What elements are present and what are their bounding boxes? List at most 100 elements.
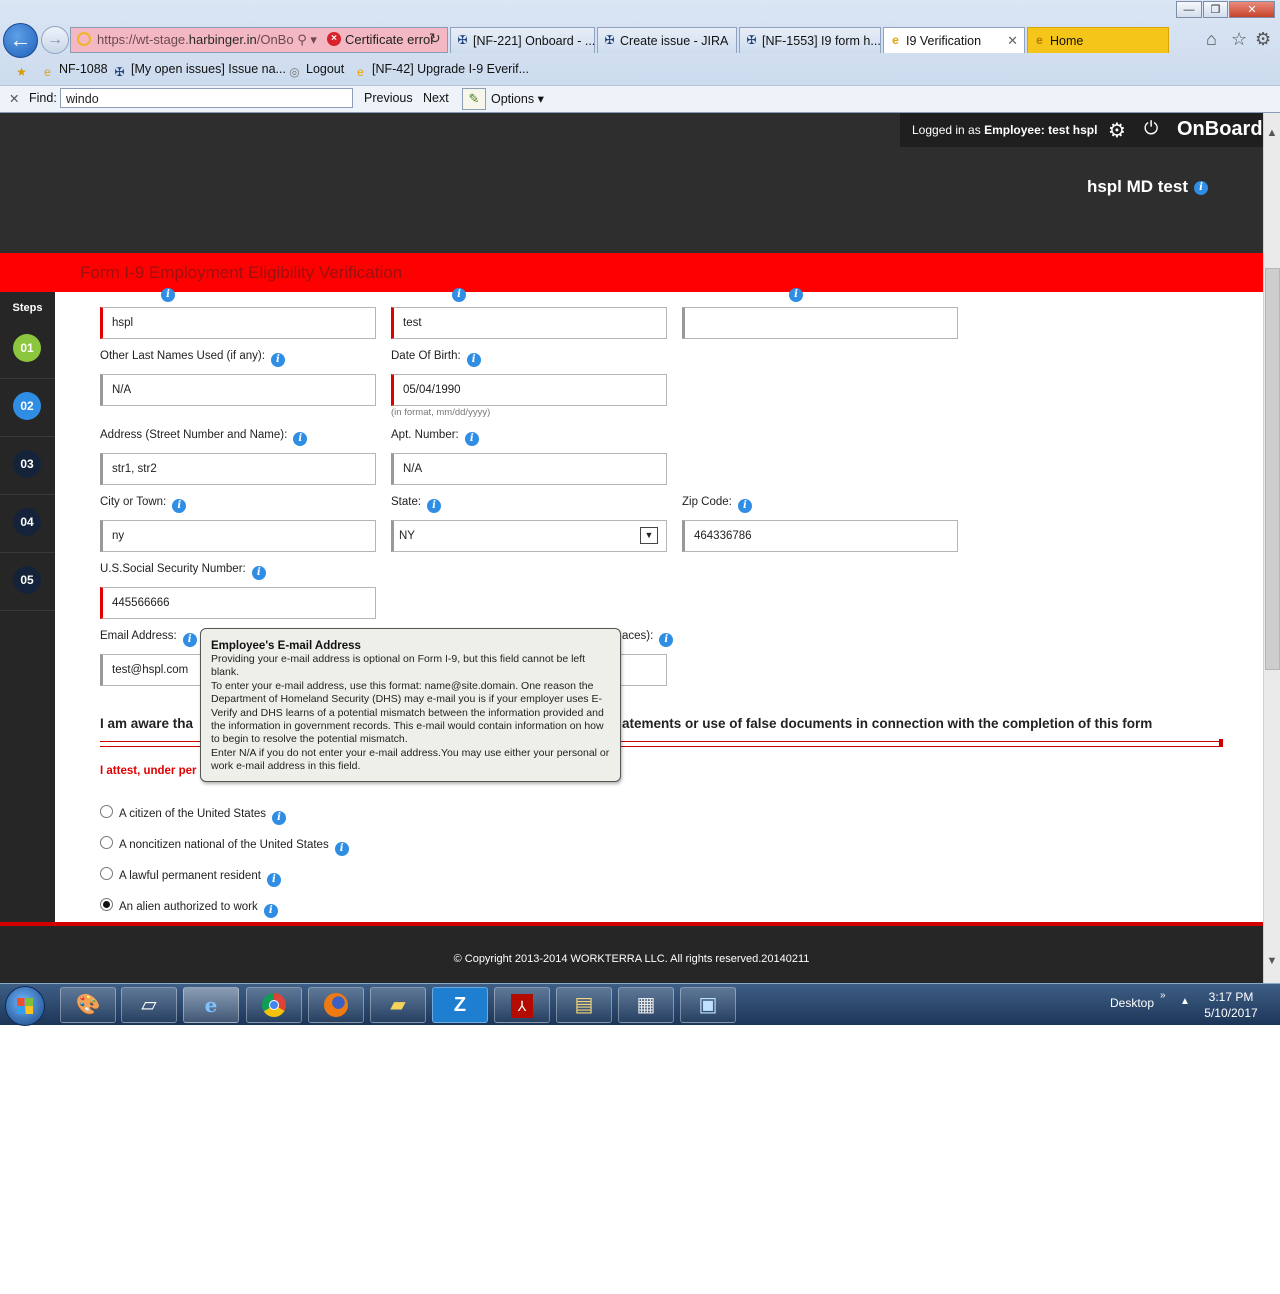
close-tab-icon[interactable]: ✕ xyxy=(1007,28,1018,53)
address-bar[interactable]: https://wt-stage.harbinger.in/OnBo ⚲ ▾ ×… xyxy=(70,27,448,53)
middle-initial-input[interactable] xyxy=(682,307,958,339)
option-citizen[interactable]: A citizen of the United States i xyxy=(100,805,287,825)
chrome-icon[interactable] xyxy=(246,987,302,1023)
info-icon[interactable]: i xyxy=(1194,181,1208,195)
radio-button[interactable] xyxy=(100,805,113,818)
tools-gear-icon[interactable]: ⚙ xyxy=(1255,29,1271,50)
close-find-icon[interactable]: ✕ xyxy=(9,91,19,106)
favorite-my-open-issues[interactable]: ✠ [My open issues] Issue na... xyxy=(112,62,285,80)
scroll-thumb[interactable] xyxy=(1265,268,1280,670)
firefox-icon[interactable] xyxy=(308,987,364,1023)
scroll-down-icon[interactable]: ▼ xyxy=(1264,953,1280,970)
refresh-icon[interactable]: ↻ xyxy=(429,30,441,47)
info-icon[interactable]: i xyxy=(182,633,197,647)
info-icon[interactable]: i xyxy=(270,353,285,367)
home-icon[interactable]: ⌂ xyxy=(1206,29,1217,50)
favorites-add-icon[interactable]: ★ xyxy=(14,62,33,80)
info-icon[interactable]: i xyxy=(172,499,187,513)
certificate-error-label[interactable]: Certificate error xyxy=(345,32,435,47)
step-03[interactable]: 03 xyxy=(0,436,55,495)
acrobat-icon[interactable]: ⅄ xyxy=(494,987,550,1023)
remote-desktop-icon[interactable]: ▣ xyxy=(680,987,736,1023)
info-icon[interactable]: i xyxy=(737,499,752,513)
city-input[interactable]: ny xyxy=(100,520,376,552)
step-01[interactable]: 01 xyxy=(0,320,55,379)
info-icon[interactable]: i xyxy=(464,432,479,446)
tab-create-issue[interactable]: ✠ Create issue - JIRA xyxy=(597,27,737,53)
notepad-icon[interactable]: ▱ xyxy=(121,987,177,1023)
dob-input[interactable]: 05/04/1990 xyxy=(391,374,667,406)
tab-home[interactable]: e Home xyxy=(1027,27,1169,53)
option-noncitizen-national[interactable]: A noncitizen national of the United Stat… xyxy=(100,836,349,856)
step-04[interactable]: 04 xyxy=(0,494,55,553)
zip-input[interactable]: 464336786 xyxy=(682,520,958,552)
last-name-input[interactable]: hspl xyxy=(100,307,376,339)
find-previous-button[interactable]: Previous xyxy=(364,91,413,105)
find-options-button[interactable]: Options ▾ xyxy=(491,91,544,106)
step-02[interactable]: 02 xyxy=(0,378,55,437)
ssn-input[interactable]: 445566666 xyxy=(100,587,376,619)
address-input[interactable]: str1, str2 xyxy=(100,453,376,485)
desktop-toolbar[interactable]: Desktop» xyxy=(1110,990,1166,1010)
info-icon[interactable]: i xyxy=(427,499,442,513)
dropdown-icon[interactable]: ▾ xyxy=(310,32,317,47)
tab-nf-1553[interactable]: ✠ [NF-1553] I9 form h... xyxy=(739,27,881,53)
info-icon[interactable]: i xyxy=(272,811,287,825)
certificate-error-icon: × xyxy=(327,32,341,46)
info-icon[interactable]: i xyxy=(659,633,674,647)
search-icon[interactable]: ⚲ xyxy=(297,32,307,47)
favorite-nf-42[interactable]: e [NF-42] Upgrade I-9 Everif... xyxy=(353,62,529,80)
info-icon[interactable]: i xyxy=(293,432,308,446)
info-icon[interactable]: i xyxy=(251,566,266,580)
highlight-icon[interactable]: ✎ xyxy=(462,88,486,110)
ie-tab-icon: e xyxy=(892,33,899,47)
find-input[interactable]: windo xyxy=(60,88,353,108)
apt-input[interactable]: N/A xyxy=(391,453,667,485)
step-05[interactable]: 05 xyxy=(0,552,55,611)
find-next-button[interactable]: Next xyxy=(423,91,449,105)
server-manager-icon[interactable]: ▦ xyxy=(618,987,674,1023)
copyright-text: © Copyright 2013-2014 WORKTERRA LLC. All… xyxy=(453,953,810,965)
radio-button-selected[interactable] xyxy=(100,898,113,911)
favorites-star-icon[interactable]: ☆ xyxy=(1231,29,1247,50)
power-icon[interactable]: ⏻ xyxy=(1144,118,1158,139)
state-select[interactable]: NY ▼ xyxy=(391,520,667,552)
option-alien-authorized[interactable]: An alien authorized to work i xyxy=(100,898,278,918)
sticky-notes-icon[interactable]: ▰ xyxy=(370,987,426,1023)
forward-button[interactable]: → xyxy=(41,26,69,54)
radio-button[interactable] xyxy=(100,836,113,849)
option-permanent-resident[interactable]: A lawful permanent resident i xyxy=(100,867,281,887)
address-label: Address (Street Number and Name): i xyxy=(100,429,308,446)
minimize-button[interactable]: — xyxy=(1176,1,1202,18)
info-icon[interactable]: i xyxy=(266,873,281,887)
info-icon[interactable]: i xyxy=(334,842,349,856)
info-icon[interactable]: i xyxy=(452,288,466,302)
back-button[interactable]: ← xyxy=(3,23,38,58)
z-app-icon[interactable]: Z xyxy=(432,987,488,1023)
vertical-scrollbar[interactable]: ▲ ▼ xyxy=(1263,113,1280,983)
tab-nf-221[interactable]: ✠ [NF-221] Onboard - ... xyxy=(450,27,595,53)
form-title-bar: Form I-9 Employment Eligibility Verifica… xyxy=(0,253,1263,292)
tray-arrow-icon[interactable]: ▲ xyxy=(1180,996,1190,1007)
tab-i9-verification[interactable]: e I9 Verification ✕ xyxy=(883,27,1025,53)
internet-explorer-icon[interactable]: e xyxy=(183,987,239,1023)
paint-icon[interactable]: 🎨 xyxy=(60,987,116,1023)
system-clock[interactable]: 3:17 PM 5/10/2017 xyxy=(1196,989,1266,1021)
favorite-nf-1088[interactable]: e NF-1088 xyxy=(40,62,107,80)
info-icon[interactable]: i xyxy=(789,288,803,302)
info-icon[interactable]: i xyxy=(263,904,278,918)
start-button[interactable] xyxy=(5,986,45,1026)
info-icon[interactable]: i xyxy=(161,288,175,302)
other-last-names-input[interactable]: N/A xyxy=(100,374,376,406)
close-window-button[interactable]: ✕ xyxy=(1229,1,1275,18)
file-explorer-icon[interactable]: ▤ xyxy=(556,987,612,1023)
jira-icon: ✠ xyxy=(457,33,468,47)
first-name-input[interactable]: test xyxy=(391,307,667,339)
apt-label: Apt. Number: i xyxy=(391,429,479,446)
radio-button[interactable] xyxy=(100,867,113,880)
maximize-button[interactable]: ❐ xyxy=(1203,1,1228,18)
info-icon[interactable]: i xyxy=(466,353,481,367)
settings-gear-icon[interactable]: ⚙ xyxy=(1108,118,1126,143)
scroll-up-icon[interactable]: ▲ xyxy=(1264,125,1280,142)
favorite-logout[interactable]: ◎ Logout xyxy=(287,62,344,80)
